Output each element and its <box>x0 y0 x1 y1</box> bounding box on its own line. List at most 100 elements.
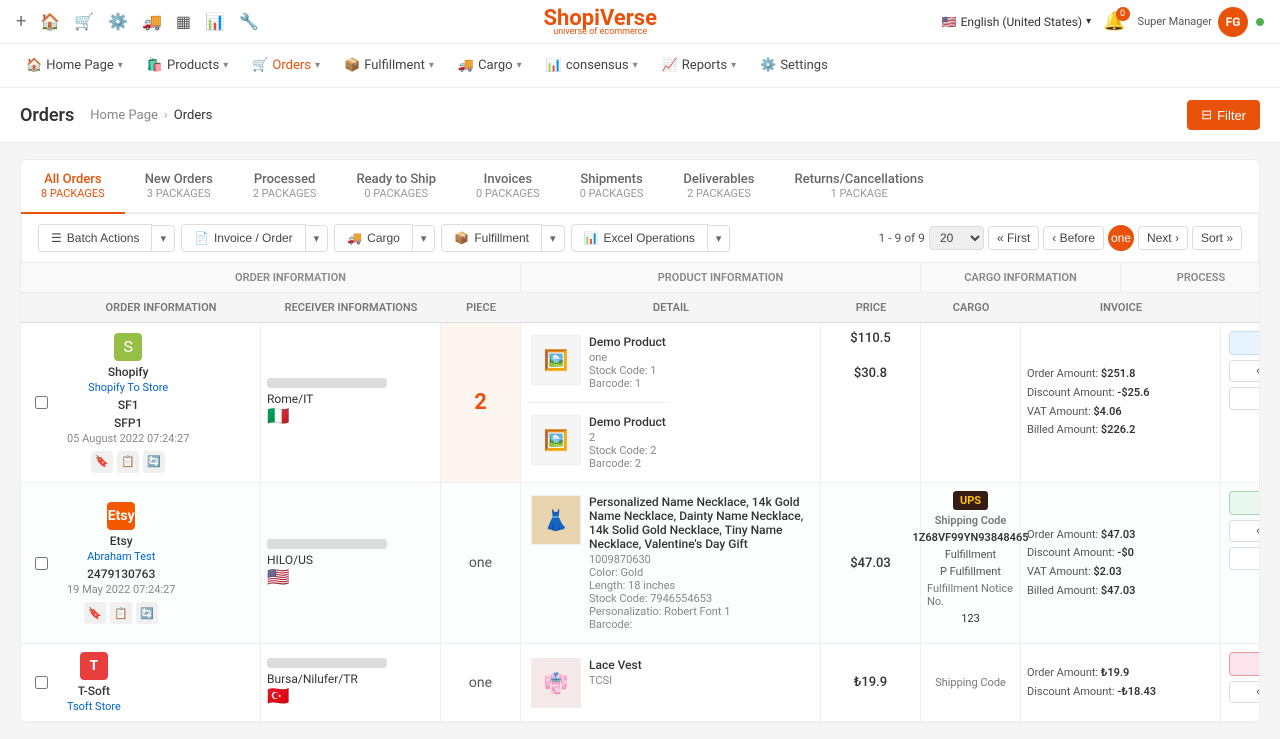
row1-product2-barcode: Barcode: 2 <box>589 457 666 470</box>
tab-processed[interactable]: Processed 2 PACKAGES <box>233 160 337 212</box>
row1-order-info: S Shopify Shopify To Store SF1 SFP1 05 A… <box>61 323 261 482</box>
truck-icon[interactable]: 🚚 <box>142 12 162 31</box>
invoice-order-button[interactable]: 📄 Invoice / Order <box>181 224 306 252</box>
row3-product-1: 👘 Lace Vest TCSI <box>527 654 646 712</box>
row2-price: $47.03 <box>821 483 921 643</box>
filter-button[interactable]: ⊟ Filter <box>1187 100 1260 130</box>
tab-returns[interactable]: Returns/Cancellations 1 PACKAGE <box>774 160 943 212</box>
notification-badge: 0 <box>1116 7 1130 21</box>
breadcrumb: Home Page › Orders <box>90 108 212 123</box>
reports-nav-icon: 📈 <box>662 58 678 73</box>
row2-store-icon: Etsy <box>107 502 135 530</box>
row2-products: 👗 Personalized Name Necklace, 14k Gold N… <box>521 483 821 643</box>
row1-copy-icon[interactable]: 📋 <box>117 451 139 473</box>
col-situation: SITUATION <box>1221 293 1260 322</box>
nav-products[interactable]: 🛍️ Products ▾ <box>137 44 238 88</box>
home-icon[interactable]: 🏠 <box>40 12 60 31</box>
nav-orders[interactable]: 🛒 Orders ▾ <box>242 44 330 88</box>
row2-shipping-code: 1Z68VF99YN93848465 <box>912 531 1028 544</box>
row3-cargo-label: Shipping Code <box>935 676 1006 689</box>
fulfillment-dropdown[interactable]: ▾ <box>542 225 565 252</box>
row2-copy-icon[interactable]: 📋 <box>110 602 132 624</box>
row1-checkbox[interactable] <box>35 396 48 409</box>
row3-store-link[interactable]: Tsoft Store <box>67 700 121 713</box>
tab-shipments[interactable]: Shipments 0 PACKAGES <box>560 160 664 212</box>
nav-fulfillment[interactable]: 📦 Fulfillment ▾ <box>334 44 444 88</box>
row2-refresh-icon[interactable]: 🔄 <box>136 602 158 624</box>
excel-dropdown[interactable]: ▾ <box>708 225 731 252</box>
grid-icon[interactable]: ▦ <box>176 12 191 31</box>
language-selector[interactable]: 🇺🇸 English (United States) ▾ <box>942 15 1092 29</box>
row1-bookmark-icon[interactable]: 🔖 <box>91 451 113 473</box>
chart-icon[interactable]: 📊 <box>205 12 225 31</box>
excel-button[interactable]: 📊 Excel Operations <box>571 224 708 252</box>
sort-button[interactable]: Sort » <box>1192 226 1242 250</box>
row3-cargo: Shipping Code <box>921 644 1021 721</box>
row2-store-link[interactable]: Abraham Test <box>87 550 155 563</box>
prev-page-button[interactable]: ‹ Before <box>1043 226 1104 250</box>
nav-settings[interactable]: ⚙️ Settings <box>750 44 838 88</box>
process-section-header: PROCESS <box>1121 263 1260 292</box>
row3-checkbox[interactable] <box>35 676 48 689</box>
breadcrumb-home[interactable]: Home Page <box>90 108 158 123</box>
cargo-button[interactable]: 🚚 Cargo <box>334 224 413 252</box>
nav-orders-label: Orders <box>272 58 311 73</box>
row3-chevron-icon: ‹ <box>1256 686 1260 698</box>
nav-consensus[interactable]: 📊 consensus ▾ <box>536 44 648 88</box>
row1-store-link[interactable]: Shopify To Store <box>88 381 168 394</box>
row2-product1-barcode: Barcode: <box>589 618 810 631</box>
tab-deliverables[interactable]: Deliverables 2 PACKAGES <box>663 160 774 212</box>
row1-invoice: Order Amount: $251.8 Discount Amount: -$… <box>1021 323 1221 482</box>
row1-receiver-name-blur <box>267 378 387 388</box>
row2-fulfillment-notice-label: Fulfillment Notice No. <box>927 582 1014 608</box>
tab-new-orders[interactable]: New Orders 3 PACKAGES <box>125 160 233 212</box>
row2-bookmark-icon[interactable]: 🔖 <box>84 602 106 624</box>
tab-ready-to-ship[interactable]: Ready to Ship 0 PACKAGES <box>336 160 456 212</box>
navbar: 🏠 Home Page ▾ 🛍️ Products ▾ 🛒 Orders ▾ 📦… <box>0 44 1280 88</box>
topbar-right: 🇺🇸 English (United States) ▾ 🔔 0 Super M… <box>942 7 1264 37</box>
first-page-button[interactable]: « First <box>988 226 1039 250</box>
col-detail: DETAIL <box>521 293 821 322</box>
consensus-nav-icon: 📊 <box>546 58 562 73</box>
nav-products-label: Products <box>167 58 219 73</box>
row1-refresh-icon[interactable]: 🔄 <box>143 451 165 473</box>
fulfillment-button[interactable]: 📦 Fulfillment <box>441 224 542 252</box>
next-page-button[interactable]: Next › <box>1138 226 1188 250</box>
fulfillment-nav-icon: 📦 <box>344 58 360 73</box>
batch-actions-dropdown[interactable]: ▾ <box>152 225 175 252</box>
tab-all-orders[interactable]: All Orders 8 PACKAGES <box>21 160 125 214</box>
nav-reports[interactable]: 📈 Reports ▾ <box>652 44 747 88</box>
tab-invoices[interactable]: Invoices 0 PACKAGES <box>456 160 560 212</box>
row1-other-operations-button[interactable]: ‹ Other operations <box>1229 360 1260 382</box>
invoice-order-dropdown[interactable]: ▾ <box>306 225 329 252</box>
current-page-button[interactable]: one <box>1108 225 1134 251</box>
cargo-dropdown[interactable]: ▾ <box>413 225 436 252</box>
nav-cargo[interactable]: 🚚 Cargo ▾ <box>448 44 532 88</box>
row2-product1-name: Personalized Name Necklace, 14k Gold Nam… <box>589 495 810 551</box>
page-header: Orders Home Page › Orders ⊟ Filter <box>0 88 1280 143</box>
batch-actions-button[interactable]: ☰ Batch Actions <box>38 224 152 252</box>
notification-bell[interactable]: 🔔 0 <box>1103 11 1125 32</box>
row2-store-name: Etsy <box>110 534 133 548</box>
row2-checkbox-cell <box>21 483 61 643</box>
flag-us-icon: 🇺🇸 <box>942 15 957 29</box>
row1-detail-button[interactable]: ✎ Detail <box>1229 387 1260 410</box>
row3-store-name: T-Soft <box>78 684 110 698</box>
settings-wheel-icon[interactable]: ⚙️ <box>108 12 128 31</box>
page-size-select[interactable]: 20 50 100 <box>929 226 984 250</box>
home-chevron-icon: ▾ <box>118 60 123 71</box>
row2-product1-personalization: Personalizatio: Robert Font 1 <box>589 605 810 618</box>
row2-other-operations-button[interactable]: ‹ Other operations <box>1229 520 1260 542</box>
col-receiver: RECEIVER INFORMATIONS <box>261 293 441 322</box>
row2-detail-button[interactable]: ✎ Detail <box>1229 547 1260 570</box>
nav-home[interactable]: 🏠 Home Page ▾ <box>16 44 133 88</box>
row3-other-operations-button[interactable]: ‹ Other operations <box>1229 681 1260 703</box>
settings-nav-icon: ⚙️ <box>760 58 776 73</box>
cart-icon[interactable]: 🛒 <box>74 12 94 31</box>
cargo-nav-icon: 🚚 <box>458 58 474 73</box>
row2-p-fulfillment: P Fulfillment <box>940 565 1001 578</box>
pagination: 1 - 9 of 9 20 50 100 « First ‹ Before on… <box>878 225 1242 251</box>
gear-icon[interactable]: 🔧 <box>239 12 259 31</box>
plus-icon[interactable]: + <box>16 11 26 32</box>
row2-checkbox[interactable] <box>35 557 48 570</box>
